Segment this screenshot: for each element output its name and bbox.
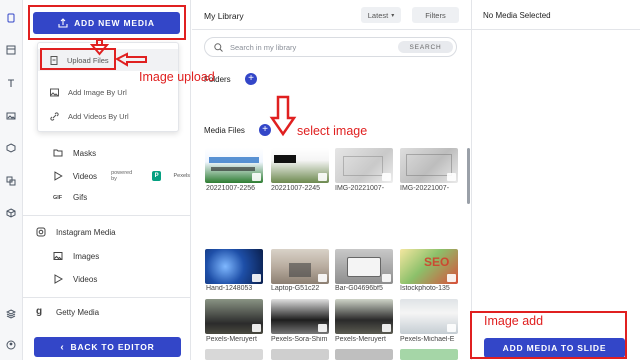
annotation-image-upload: Image upload [139,70,215,84]
annotation-select-image: select image [297,124,368,138]
annotation-arrows [89,39,297,137]
annotation-image-add: Image add [484,314,544,328]
